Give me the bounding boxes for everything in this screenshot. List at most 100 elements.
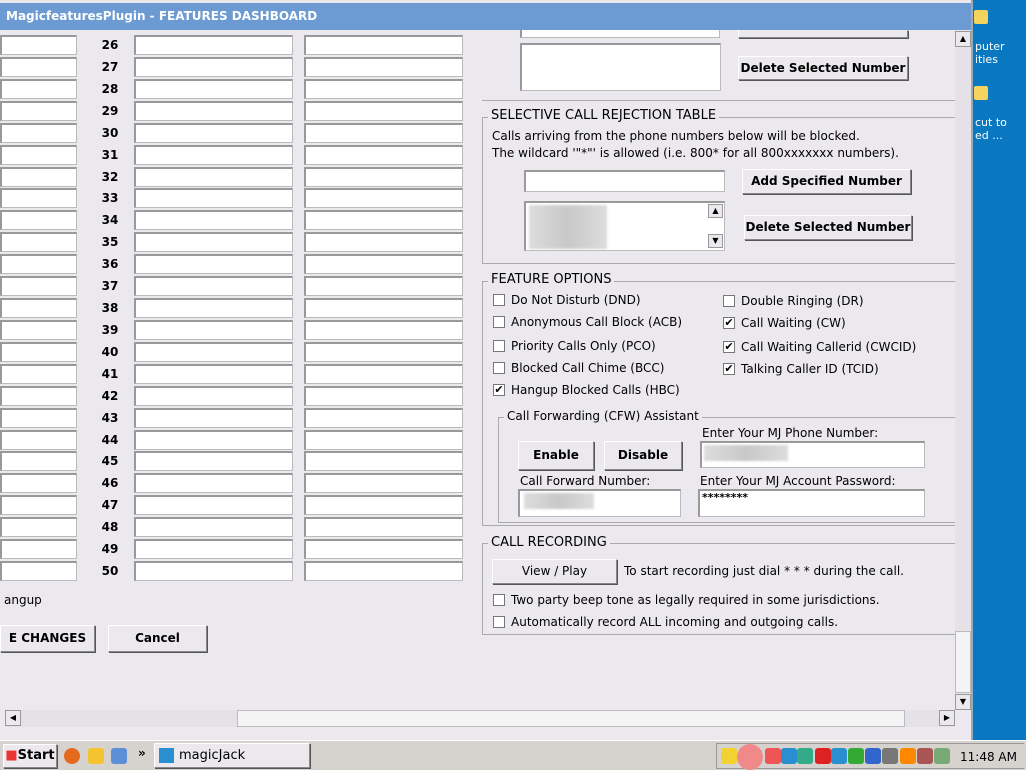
row-cell-b[interactable]	[134, 298, 293, 318]
forward-number-input[interactable]	[518, 489, 681, 517]
row-cell-b[interactable]	[134, 408, 293, 428]
row-cell-c[interactable]	[304, 167, 463, 187]
password-input[interactable]: ********	[698, 489, 925, 517]
row-cell-a[interactable]	[0, 495, 77, 515]
folder-icon[interactable]	[974, 86, 988, 100]
checkbox-box[interactable]: ✔	[723, 317, 735, 329]
row-cell-a[interactable]	[0, 430, 77, 450]
feature-checkbox[interactable]: Anonymous Call Block (ACB)	[493, 315, 682, 329]
row-cell-a[interactable]	[0, 254, 77, 274]
auto-record-checkbox[interactable]: Automatically record ALL incoming and ou…	[493, 615, 838, 629]
row-cell-c[interactable]	[304, 342, 463, 362]
row-cell-a[interactable]	[0, 188, 77, 208]
row-cell-c[interactable]	[304, 145, 463, 165]
feature-checkbox[interactable]: ✔ Talking Caller ID (TCID)	[723, 362, 879, 376]
row-cell-c[interactable]	[304, 298, 463, 318]
row-cell-a[interactable]	[0, 210, 77, 230]
row-cell-b[interactable]	[134, 451, 293, 471]
magicjack-phone-icon[interactable]	[737, 744, 763, 770]
row-cell-b[interactable]	[134, 276, 293, 296]
desktop-icon-label[interactable]: puter ities	[975, 40, 1005, 66]
vertical-scrollbar[interactable]: ▲ ▼	[955, 31, 971, 710]
list-scroll-up[interactable]: ▲	[708, 204, 723, 218]
rejection-delete-button[interactable]: Delete Selected Number	[744, 215, 912, 240]
row-cell-a[interactable]	[0, 298, 77, 318]
row-cell-b[interactable]	[134, 473, 293, 493]
row-cell-a[interactable]	[0, 276, 77, 296]
row-cell-c[interactable]	[304, 364, 463, 384]
row-cell-c[interactable]	[304, 57, 463, 77]
row-cell-b[interactable]	[134, 232, 293, 252]
row-cell-b[interactable]	[134, 57, 293, 77]
row-cell-c[interactable]	[304, 232, 463, 252]
row-cell-b[interactable]	[134, 79, 293, 99]
ie-icon[interactable]	[111, 748, 127, 764]
row-cell-c[interactable]	[304, 517, 463, 537]
horizontal-scrollbar[interactable]: ◀ ▶	[5, 710, 955, 727]
row-cell-b[interactable]	[134, 101, 293, 121]
tray-icon[interactable]	[934, 748, 950, 764]
firefox-icon[interactable]	[64, 748, 80, 764]
top-number-list[interactable]	[520, 43, 721, 91]
shield-icon[interactable]	[721, 748, 737, 764]
tray-icon[interactable]	[797, 748, 813, 764]
row-cell-b[interactable]	[134, 386, 293, 406]
row-cell-b[interactable]	[134, 167, 293, 187]
cfw-disable-button[interactable]: Disable	[604, 441, 682, 470]
row-cell-c[interactable]	[304, 35, 463, 55]
clock[interactable]: 11:48 AM	[960, 750, 1017, 764]
row-cell-b[interactable]	[134, 35, 293, 55]
row-cell-a[interactable]	[0, 539, 77, 559]
row-cell-c[interactable]	[304, 495, 463, 515]
view-play-button[interactable]: View / Play	[492, 559, 617, 584]
more-icon[interactable]: »	[138, 746, 146, 760]
tray-icon[interactable]	[781, 748, 797, 764]
row-cell-c[interactable]	[304, 451, 463, 471]
row-cell-a[interactable]	[0, 517, 77, 537]
checkbox-box[interactable]	[493, 362, 505, 374]
feature-checkbox[interactable]: ✔ Call Waiting Callerid (CWCID)	[723, 340, 916, 354]
row-cell-b[interactable]	[134, 123, 293, 143]
row-cell-c[interactable]	[304, 188, 463, 208]
scroll-down-arrow[interactable]: ▼	[955, 694, 971, 710]
desktop-icon-label[interactable]: cut to ed ...	[975, 116, 1007, 142]
row-cell-a[interactable]	[0, 232, 77, 252]
feature-checkbox[interactable]: Priority Calls Only (PCO)	[493, 339, 656, 353]
row-cell-a[interactable]	[0, 145, 77, 165]
row-cell-c[interactable]	[304, 123, 463, 143]
folder-icon[interactable]	[974, 10, 988, 24]
row-cell-a[interactable]	[0, 79, 77, 99]
tray-icon[interactable]	[917, 748, 933, 764]
row-cell-b[interactable]	[134, 145, 293, 165]
cfw-enable-button[interactable]: Enable	[518, 441, 594, 470]
row-cell-a[interactable]	[0, 473, 77, 493]
row-cell-a[interactable]	[0, 167, 77, 187]
row-cell-a[interactable]	[0, 451, 77, 471]
horizontal-scroll-thumb[interactable]	[237, 710, 905, 727]
row-cell-a[interactable]	[0, 57, 77, 77]
beep-tone-checkbox[interactable]: Two party beep tone as legally required …	[493, 593, 880, 607]
row-cell-c[interactable]	[304, 561, 463, 581]
row-cell-b[interactable]	[134, 539, 293, 559]
rejection-number-input[interactable]	[524, 170, 725, 192]
row-cell-b[interactable]	[134, 320, 293, 340]
top-delete-button[interactable]: Delete Selected Number	[738, 56, 908, 80]
feature-checkbox[interactable]: Double Ringing (DR)	[723, 294, 864, 308]
tray-icon[interactable]	[765, 748, 781, 764]
row-cell-b[interactable]	[134, 254, 293, 274]
row-cell-c[interactable]	[304, 254, 463, 274]
row-cell-c[interactable]	[304, 79, 463, 99]
row-cell-c[interactable]	[304, 539, 463, 559]
row-cell-b[interactable]	[134, 210, 293, 230]
scroll-right-arrow[interactable]: ▶	[939, 710, 955, 726]
row-cell-c[interactable]	[304, 276, 463, 296]
scroll-left-arrow[interactable]: ◀	[5, 710, 21, 726]
row-cell-a[interactable]	[0, 408, 77, 428]
tray-icon[interactable]	[882, 748, 898, 764]
checkbox-box[interactable]: ✔	[493, 384, 505, 396]
checkbox-box[interactable]	[493, 340, 505, 352]
row-cell-b[interactable]	[134, 561, 293, 581]
row-cell-c[interactable]	[304, 386, 463, 406]
feature-checkbox[interactable]: ✔ Hangup Blocked Calls (HBC)	[493, 383, 680, 397]
list-scroll-down[interactable]: ▼	[708, 234, 723, 248]
